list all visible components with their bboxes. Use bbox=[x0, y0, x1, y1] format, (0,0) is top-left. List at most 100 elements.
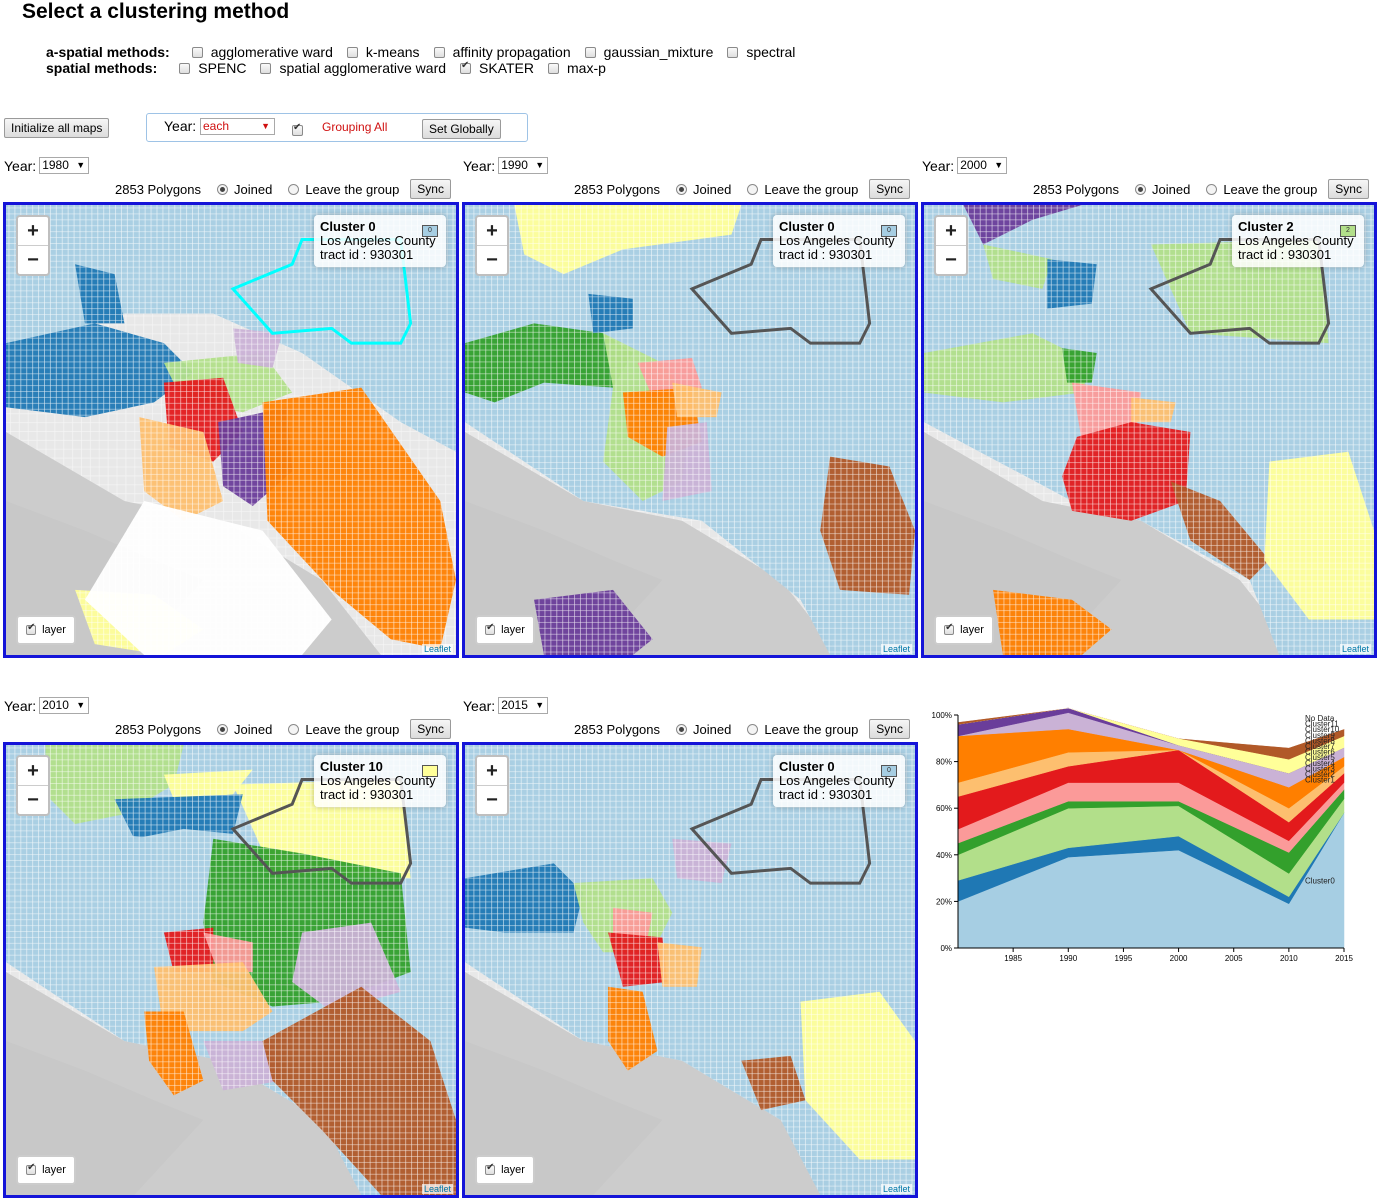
spectral-label[interactable]: spectral bbox=[746, 44, 795, 60]
skater-label[interactable]: SKATER bbox=[479, 60, 534, 76]
skater-checkbox[interactable] bbox=[460, 60, 472, 74]
sync-button[interactable]: Sync bbox=[869, 179, 910, 199]
year-select[interactable]: 2000 ▼ bbox=[957, 157, 1008, 174]
layer-checkbox[interactable] bbox=[26, 1162, 37, 1175]
initialize-all-maps-button[interactable]: Initialize all maps bbox=[4, 118, 110, 138]
joined-label[interactable]: Joined bbox=[693, 722, 731, 737]
agglomerative-ward-checkbox[interactable] bbox=[191, 46, 203, 58]
zoom-control: + − bbox=[934, 215, 968, 276]
spectral-checkbox[interactable] bbox=[727, 46, 739, 58]
year-value: 1980 bbox=[42, 158, 69, 172]
joined-radio[interactable] bbox=[1135, 183, 1147, 195]
cluster-map-2015[interactable]: + − Cluster 0 Los Angeles County tract i… bbox=[462, 742, 918, 1198]
zoom-in-button[interactable]: + bbox=[18, 757, 48, 786]
year-selector-row: Year: 1980 ▼ bbox=[4, 157, 90, 174]
layer-toggle[interactable]: layer bbox=[16, 615, 76, 645]
cluster-map-2000[interactable]: + − Cluster 2 Los Angeles County tract i… bbox=[921, 202, 1377, 658]
layer-checkbox[interactable] bbox=[26, 622, 37, 635]
leaflet-attribution-link[interactable]: Leaflet bbox=[880, 1184, 912, 1194]
affinity-propagation-checkbox[interactable] bbox=[433, 46, 445, 58]
x-tick-label: 2015 bbox=[1335, 954, 1353, 963]
year-value: 2010 bbox=[42, 698, 69, 712]
map-canvas[interactable] bbox=[6, 745, 456, 1195]
sync-button[interactable]: Sync bbox=[869, 719, 910, 739]
joined-radio[interactable] bbox=[217, 723, 229, 735]
zoom-in-button[interactable]: + bbox=[18, 217, 48, 246]
leave-group-label[interactable]: Leave the group bbox=[1223, 182, 1317, 197]
joined-radio[interactable] bbox=[217, 183, 229, 195]
year-select[interactable]: 1980 ▼ bbox=[39, 157, 90, 174]
map-canvas[interactable] bbox=[6, 205, 456, 655]
kmeans-checkbox[interactable] bbox=[346, 46, 358, 58]
affinity-propagation-label[interactable]: affinity propagation bbox=[453, 44, 571, 60]
zoom-out-button[interactable]: − bbox=[936, 246, 966, 274]
grouping-all-checkbox[interactable] bbox=[292, 122, 303, 136]
cluster-map-2010[interactable]: + − Cluster 10 Los Angeles County tract … bbox=[3, 742, 459, 1198]
spenc-label[interactable]: SPENC bbox=[198, 60, 246, 76]
grouping-all-label[interactable]: Grouping All bbox=[322, 120, 387, 134]
sync-button[interactable]: Sync bbox=[1328, 179, 1369, 199]
tract-id: tract id : 930301 bbox=[320, 247, 414, 262]
gaussian-mixture-checkbox[interactable] bbox=[584, 46, 596, 58]
layer-toggle[interactable]: layer bbox=[16, 1155, 76, 1185]
map-group-controls: 2853 Polygons Joined Leave the group Sync bbox=[115, 719, 451, 739]
layer-checkbox[interactable] bbox=[485, 1162, 496, 1175]
leave-group-radio[interactable] bbox=[747, 183, 759, 195]
tract-lines bbox=[114, 833, 155, 894]
leave-group-radio[interactable] bbox=[747, 723, 759, 735]
year-select[interactable]: 2015 ▼ bbox=[498, 697, 549, 714]
maxp-checkbox[interactable] bbox=[548, 62, 559, 74]
zoom-out-button[interactable]: − bbox=[18, 246, 48, 274]
leave-group-label[interactable]: Leave the group bbox=[305, 182, 399, 197]
global-year-select[interactable]: each ▼ bbox=[200, 118, 275, 135]
leave-group-radio[interactable] bbox=[288, 723, 300, 735]
zoom-in-button[interactable]: + bbox=[477, 757, 507, 786]
cluster-composition-chart: 0% 20% 40% 60% 80% 100% 1985 1990 1995 2000 2005 20… bbox=[922, 705, 1362, 975]
leaflet-attribution-link[interactable]: Leaflet bbox=[1339, 644, 1371, 654]
joined-label[interactable]: Joined bbox=[234, 182, 272, 197]
spatial-agglomerative-ward-label[interactable]: spatial agglomerative ward bbox=[279, 60, 446, 76]
joined-label[interactable]: Joined bbox=[234, 722, 272, 737]
layer-toggle[interactable]: layer bbox=[934, 615, 994, 645]
zoom-out-button[interactable]: − bbox=[477, 246, 507, 274]
cluster-map-1980[interactable]: + − Cluster 0 Los Angeles County tract i… bbox=[3, 202, 459, 658]
leave-group-radio[interactable] bbox=[1206, 183, 1218, 195]
layer-toggle[interactable]: layer bbox=[475, 1155, 535, 1185]
zoom-in-button[interactable]: + bbox=[477, 217, 507, 246]
gaussian-mixture-label[interactable]: gaussian_mixture bbox=[604, 44, 714, 60]
sync-button[interactable]: Sync bbox=[410, 179, 451, 199]
year-select[interactable]: 1990 ▼ bbox=[498, 157, 549, 174]
year-select[interactable]: 2010 ▼ bbox=[39, 697, 90, 714]
maxp-label[interactable]: max-p bbox=[567, 60, 606, 76]
map-canvas[interactable] bbox=[924, 205, 1374, 655]
cluster-map-1990[interactable]: + − Cluster 0 Los Angeles County tract i… bbox=[462, 202, 918, 658]
leave-group-radio[interactable] bbox=[288, 183, 300, 195]
map-canvas[interactable] bbox=[465, 745, 915, 1195]
set-globally-button[interactable]: Set Globally bbox=[422, 119, 501, 139]
leave-group-label[interactable]: Leave the group bbox=[764, 722, 858, 737]
tract-id: tract id : 930301 bbox=[779, 787, 873, 802]
leave-group-label[interactable]: Leave the group bbox=[764, 182, 858, 197]
layer-checkbox[interactable] bbox=[944, 622, 955, 635]
kmeans-label[interactable]: k-means bbox=[366, 44, 420, 60]
zoom-control: + − bbox=[16, 215, 50, 276]
joined-label[interactable]: Joined bbox=[1152, 182, 1190, 197]
leaflet-attribution-link[interactable]: Leaflet bbox=[421, 644, 453, 654]
leave-group-label[interactable]: Leave the group bbox=[305, 722, 399, 737]
layer-checkbox[interactable] bbox=[485, 622, 496, 635]
agglomerative-ward-label[interactable]: agglomerative ward bbox=[211, 44, 333, 60]
zoom-in-button[interactable]: + bbox=[936, 217, 966, 246]
zoom-out-button[interactable]: − bbox=[18, 786, 48, 814]
joined-radio[interactable] bbox=[676, 183, 688, 195]
joined-radio[interactable] bbox=[676, 723, 688, 735]
spatial-agglomerative-ward-checkbox[interactable] bbox=[260, 62, 272, 74]
zoom-out-button[interactable]: − bbox=[477, 786, 507, 814]
leaflet-attribution-link[interactable]: Leaflet bbox=[421, 1184, 453, 1194]
joined-label[interactable]: Joined bbox=[693, 182, 731, 197]
spenc-checkbox[interactable] bbox=[179, 62, 191, 74]
sync-button[interactable]: Sync bbox=[410, 719, 451, 739]
year-selector-row: Year: 2010 ▼ bbox=[4, 697, 90, 714]
map-canvas[interactable] bbox=[465, 205, 915, 655]
layer-toggle[interactable]: layer bbox=[475, 615, 535, 645]
leaflet-attribution-link[interactable]: Leaflet bbox=[880, 644, 912, 654]
